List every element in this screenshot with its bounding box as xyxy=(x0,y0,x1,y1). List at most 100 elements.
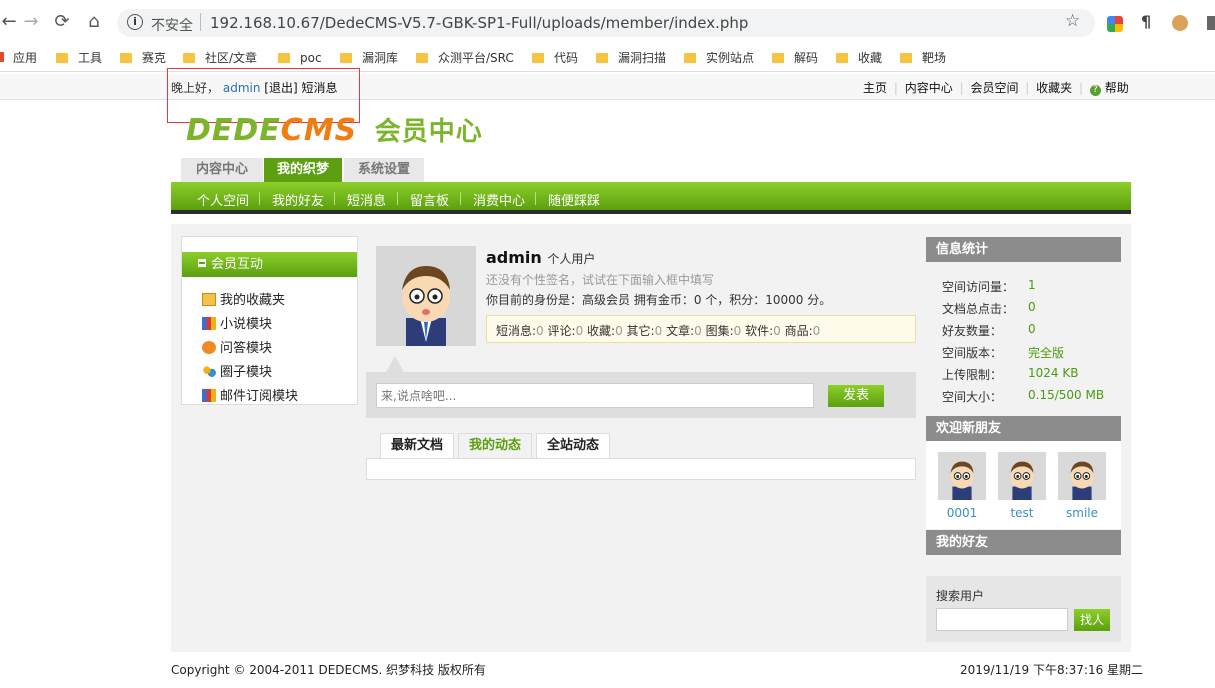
subnav-messages[interactable]: 短消息 xyxy=(347,190,386,209)
my-friends-title: 我的好友 xyxy=(926,530,1121,555)
count-articles[interactable]: 文章:0 xyxy=(666,324,702,338)
bookmark-item[interactable]: 漏洞库 xyxy=(340,49,398,67)
stat-label: 上传限制： xyxy=(942,368,1003,382)
sidebar-item-mail[interactable]: 邮件订阅模块 xyxy=(202,385,298,404)
link-favorites[interactable]: 收藏夹 xyxy=(1036,81,1072,95)
link-home[interactable]: 主页 xyxy=(863,81,887,95)
bookmark-item[interactable]: 众测平台/SRC xyxy=(416,49,514,67)
bookmark-apps[interactable]: 应用 xyxy=(0,49,37,67)
subnav-guestbook[interactable]: 留言板 xyxy=(410,190,449,209)
folder-icon xyxy=(56,53,68,63)
reload-icon[interactable]: ⟳ xyxy=(49,9,75,35)
friend-name[interactable]: 0001 xyxy=(938,506,986,520)
friend-avatar[interactable] xyxy=(938,452,986,500)
sidebar-item-favorites[interactable]: 我的收藏夹 xyxy=(202,289,285,308)
link-member-space[interactable]: 会员空间 xyxy=(970,81,1018,95)
count-favorites[interactable]: 收藏:0 xyxy=(587,324,623,338)
help-icon: ? xyxy=(1089,85,1101,96)
favorites-folder-icon xyxy=(202,293,216,306)
forward-icon[interactable]: → xyxy=(18,9,44,35)
dedecms-logo[interactable]: DEDECMS 会员中心 xyxy=(186,111,483,148)
identity-text: 你目前的身份是：高级会员 拥有金币：0 个，积分：10000 分。 xyxy=(486,293,832,307)
question-icon xyxy=(202,341,216,354)
footer-datetime: 2019/11/19 下午8:37:16 星期二 xyxy=(960,663,1144,677)
signature-hint: 还没有个性签名，试试在下面输入框中填写 xyxy=(486,273,715,287)
profile-avatar[interactable] xyxy=(376,246,476,346)
folder-icon xyxy=(278,53,290,63)
info-icon[interactable]: i xyxy=(127,14,143,30)
profile-name: admin 个人用户 xyxy=(486,248,596,267)
count-messages[interactable]: 短消息:0 xyxy=(496,324,544,338)
group-icon xyxy=(202,365,216,378)
bookmark-item[interactable]: 工具 xyxy=(56,49,102,67)
books-icon xyxy=(202,389,216,402)
post-button[interactable]: 发表 xyxy=(828,385,884,407)
count-other[interactable]: 其它:0 xyxy=(627,324,663,338)
bookmark-item[interactable]: 靶场 xyxy=(900,49,946,67)
bookmark-item[interactable]: 漏洞扫描 xyxy=(596,49,666,67)
tab-my-activity[interactable]: 我的动态 xyxy=(458,433,532,459)
post-box: 发表 xyxy=(366,372,916,418)
folder-icon xyxy=(120,53,132,63)
friend-name[interactable]: test xyxy=(998,506,1046,520)
stat-value: 0.15/500 MB xyxy=(1028,388,1105,402)
bookmark-item[interactable]: 社区/文章 xyxy=(183,49,257,67)
subnav-divider xyxy=(397,192,398,205)
subnav-friends[interactable]: 我的好友 xyxy=(272,190,324,209)
bookmark-item[interactable]: 实例站点 xyxy=(684,49,754,67)
search-user-button[interactable]: 找人 xyxy=(1074,609,1110,631)
bookmark-item[interactable]: poc xyxy=(278,49,322,67)
bookmark-item[interactable]: 赛克 xyxy=(120,49,166,67)
stat-label: 空间大小： xyxy=(942,390,1003,404)
tab-content-center[interactable]: 内容中心 xyxy=(181,158,263,182)
subnav-browse[interactable]: 随便踩踩 xyxy=(548,190,600,209)
search-user-input[interactable] xyxy=(936,608,1068,631)
url-text[interactable]: 192.168.10.67/DedeCMS-V5.7-GBK-SP1-Full/… xyxy=(210,14,748,32)
cookie-extension-icon[interactable] xyxy=(1172,15,1188,31)
new-friends-title: 欢迎新朋友 xyxy=(926,416,1121,441)
sidebar-item-qa[interactable]: 问答模块 xyxy=(202,337,272,356)
search-user-label: 搜索用户 xyxy=(936,589,985,603)
count-products[interactable]: 商品:0 xyxy=(785,324,821,338)
tab-settings[interactable]: 系统设置 xyxy=(344,158,424,182)
bookmark-item[interactable]: 解码 xyxy=(772,49,818,67)
feed-content xyxy=(366,458,916,480)
url-divider xyxy=(200,13,201,31)
extension-icon[interactable] xyxy=(1107,16,1123,32)
home-icon[interactable]: ⌂ xyxy=(81,9,107,35)
link-content-center[interactable]: 内容中心 xyxy=(905,81,953,95)
tab-latest-docs[interactable]: 最新文档 xyxy=(380,433,454,459)
bookmark-star-icon[interactable]: ☆ xyxy=(1065,11,1080,31)
address-bar[interactable]: i 不安全 192.168.10.67/DedeCMS-V5.7-GBK-SP1… xyxy=(117,9,1095,37)
count-comments[interactable]: 评论:0 xyxy=(548,324,584,338)
friend-avatar[interactable] xyxy=(998,452,1046,500)
link-help[interactable]: 帮助 xyxy=(1105,81,1129,95)
cartoon-avatar-icon xyxy=(1070,461,1094,500)
stat-value: 1024 KB xyxy=(1028,366,1079,380)
subnav-divider xyxy=(460,192,461,205)
friend-avatar[interactable] xyxy=(1058,452,1106,500)
subnav-divider xyxy=(334,192,335,205)
folder-icon xyxy=(532,53,544,63)
cartoon-avatar-icon xyxy=(950,461,974,500)
post-input[interactable] xyxy=(376,383,814,408)
subnav-personal-space[interactable]: 个人空间 xyxy=(197,190,249,209)
bookmark-item[interactable]: 收藏 xyxy=(836,49,882,67)
books-icon xyxy=(202,317,216,330)
sidebar-panel: 会员互动 我的收藏夹 小说模块 问答模块 圈子模块 邮件订阅模块 xyxy=(181,236,358,405)
tab-my-dede[interactable]: 我的织梦 xyxy=(264,158,342,182)
sidebar-item-circle[interactable]: 圈子模块 xyxy=(202,361,272,380)
bookmark-item[interactable]: 代码 xyxy=(532,49,578,67)
friend-name[interactable]: smile xyxy=(1058,506,1106,520)
folder-icon xyxy=(183,53,195,63)
subnav-divider xyxy=(535,192,536,205)
count-software[interactable]: 软件:0 xyxy=(745,324,781,338)
profile-icon[interactable] xyxy=(1207,16,1215,30)
tab-site-activity[interactable]: 全站动态 xyxy=(536,433,610,459)
count-albums[interactable]: 图集:0 xyxy=(706,324,742,338)
subnav-consumption[interactable]: 消费中心 xyxy=(473,190,525,209)
stat-label: 空间版本： xyxy=(942,346,1003,360)
sidebar-title[interactable]: 会员互动 xyxy=(182,252,357,277)
pilcrow-extension-icon[interactable]: ¶ xyxy=(1141,12,1151,31)
sidebar-item-novel[interactable]: 小说模块 xyxy=(202,313,272,332)
